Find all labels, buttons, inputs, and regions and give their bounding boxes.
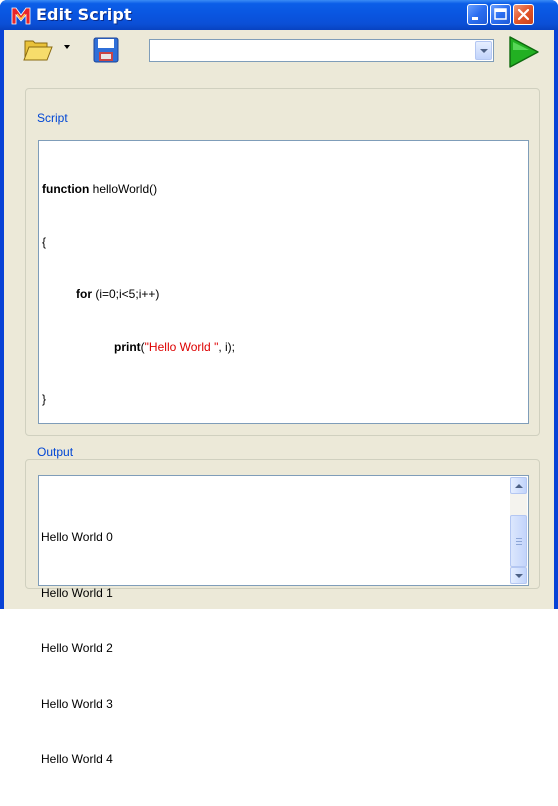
output-line: Hello World 0 bbox=[41, 530, 113, 544]
folder-open-icon[interactable] bbox=[23, 35, 53, 63]
chevron-down-icon bbox=[480, 49, 488, 53]
output-line: Hello World 3 bbox=[41, 696, 113, 711]
grip-line bbox=[516, 541, 522, 542]
combobox-dropdown-button[interactable] bbox=[475, 41, 492, 60]
output-textbox[interactable]: Hello World 0 Hello World 1 Hello World … bbox=[38, 475, 529, 766]
output-line: Hello World 4 bbox=[41, 752, 113, 766]
m-logo-icon bbox=[11, 7, 31, 25]
output-legend: Output bbox=[34, 445, 77, 459]
close-button[interactable] bbox=[513, 4, 534, 25]
output-scrollbar[interactable] bbox=[510, 477, 527, 584]
output-lines: Hello World 0 Hello World 1 Hello World … bbox=[41, 491, 113, 806]
edit-script-window: Edit Script Script function helloWorld()… bbox=[0, 0, 558, 766]
grip-line bbox=[516, 538, 522, 539]
close-icon bbox=[517, 8, 530, 21]
play-icon[interactable] bbox=[505, 35, 541, 69]
scroll-thumb[interactable] bbox=[510, 515, 527, 567]
code-line: } bbox=[42, 392, 47, 406]
code-line: function helloWorld() bbox=[42, 182, 158, 196]
code-line: for (i=0;i<5;i++) bbox=[76, 287, 160, 301]
chevron-down-icon bbox=[515, 574, 523, 578]
minimize-button[interactable] bbox=[467, 4, 488, 25]
script-legend: Script bbox=[34, 111, 71, 125]
code-line: print("Hello World ", i); bbox=[114, 339, 235, 354]
script-editor[interactable]: function helloWorld() { for (i=0;i<5;i++… bbox=[38, 140, 529, 424]
grip-line bbox=[516, 544, 522, 545]
chevron-up-icon bbox=[515, 484, 523, 488]
scroll-down-button[interactable] bbox=[510, 567, 527, 584]
maximize-icon bbox=[494, 8, 507, 20]
code-line: { bbox=[42, 234, 47, 249]
title-bar[interactable]: Edit Script bbox=[0, 0, 558, 30]
script-code: function helloWorld() { for (i=0;i<5;i++… bbox=[42, 146, 235, 444]
script-selector-combobox[interactable] bbox=[149, 39, 494, 62]
floppy-disk-icon[interactable] bbox=[92, 36, 120, 64]
scroll-up-button[interactable] bbox=[510, 477, 527, 494]
maximize-button[interactable] bbox=[490, 4, 511, 25]
minimize-icon bbox=[472, 17, 478, 20]
output-line: Hello World 2 bbox=[41, 641, 113, 655]
open-dropdown-arrow-icon[interactable] bbox=[64, 45, 70, 49]
window-title: Edit Script bbox=[36, 5, 132, 24]
output-line: Hello World 1 bbox=[41, 585, 113, 600]
